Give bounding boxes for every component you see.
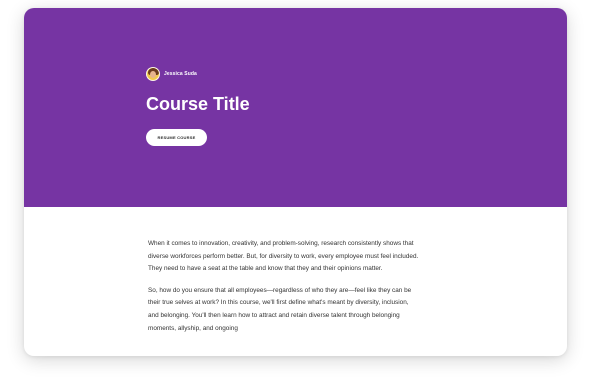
description-paragraph: So, how do you ensure that all employees… (148, 286, 412, 332)
course-description: When it comes to innovation, creativity,… (148, 238, 420, 344)
author-name: Jessica Suda (164, 71, 197, 77)
course-hero-banner: Jessica Suda Course Title RESUME COURSE (24, 8, 567, 207)
course-title: Course Title (146, 94, 250, 114)
description-paragraph: When it comes to innovation, creativity,… (148, 240, 419, 273)
resume-course-button[interactable]: RESUME COURSE (146, 129, 207, 146)
author-byline: Jessica Suda (146, 67, 197, 81)
course-card: Jessica Suda Course Title RESUME COURSE … (24, 8, 567, 356)
avatar (146, 67, 160, 81)
